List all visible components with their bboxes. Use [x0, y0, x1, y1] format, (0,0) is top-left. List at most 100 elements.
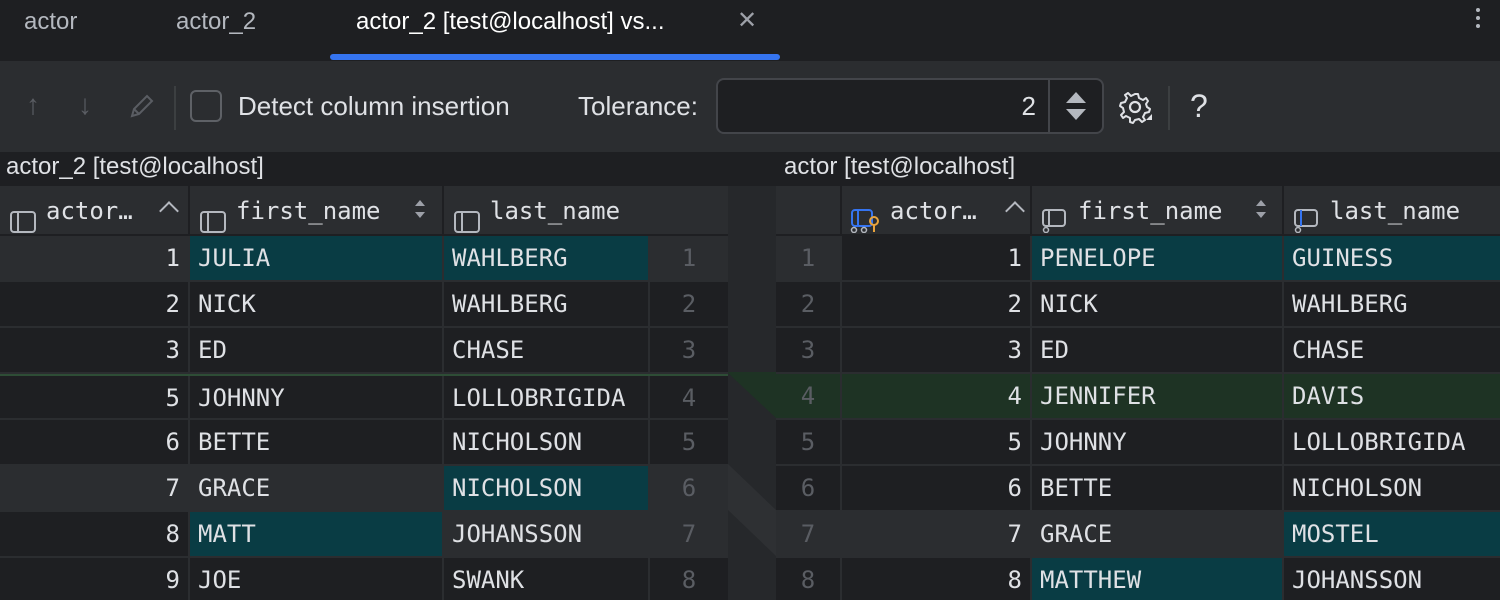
actor-id-cell[interactable]: 2: [842, 282, 1032, 326]
table-row[interactable]: 3 3 ED CHASE: [776, 328, 1500, 374]
last-name-cell[interactable]: NICHOLSON: [444, 420, 650, 464]
row-number-cell: 3: [776, 328, 842, 372]
actor-id-cell[interactable]: 7: [0, 466, 190, 510]
last-name-cell[interactable]: SWANK: [444, 558, 650, 600]
last-name-cell[interactable]: JOHANSSON: [1284, 558, 1500, 600]
first-name-cell[interactable]: GRACE: [190, 466, 444, 510]
first-name-cell[interactable]: MATT: [190, 512, 444, 556]
column-header-actor-id[interactable]: actor…: [0, 186, 190, 236]
decrement-icon[interactable]: [1066, 109, 1086, 120]
first-name-cell[interactable]: ED: [190, 328, 444, 372]
table-row[interactable]: 6 6 BETTE NICHOLSON: [776, 466, 1500, 512]
table-row[interactable]: 3 ED CHASE 3: [0, 328, 728, 374]
last-name-cell[interactable]: WAHLBERG: [444, 282, 650, 326]
actor-id-cell[interactable]: 7: [842, 512, 1032, 556]
table-row[interactable]: 1 JULIA WAHLBERG 1: [0, 236, 728, 282]
column-header-first-name[interactable]: first_name: [1032, 186, 1284, 236]
actor-id-cell[interactable]: 6: [0, 420, 190, 464]
table-row[interactable]: 6 BETTE NICHOLSON 5: [0, 420, 728, 466]
last-name-cell[interactable]: GUINESS: [1284, 236, 1500, 280]
first-name-cell[interactable]: ED: [1032, 328, 1284, 372]
first-name-cell[interactable]: JOHNNY: [1032, 420, 1284, 464]
last-name-cell[interactable]: WAHLBERG: [1284, 282, 1500, 326]
gear-icon[interactable]: [1118, 90, 1154, 126]
last-name-cell[interactable]: LOLLOBRIGIDA: [444, 376, 650, 420]
column-header-first-name[interactable]: first_name: [190, 186, 444, 236]
actor-id-cell[interactable]: 9: [0, 558, 190, 600]
right-table-title: actor [test@localhost]: [784, 153, 1016, 180]
sort-ascending-icon[interactable]: [1005, 201, 1025, 221]
last-name-cell[interactable]: NICHOLSON: [1284, 466, 1500, 510]
left-grid-header: actor… first_name last_name: [0, 186, 728, 236]
table-row[interactable]: 7 7 GRACE MOSTEL: [776, 512, 1500, 558]
last-name-cell[interactable]: NICHOLSON: [444, 466, 650, 510]
table-row[interactable]: 5 JOHNNY LOLLOBRIGIDA 4: [0, 374, 728, 420]
column-header-actor-id[interactable]: actor…: [842, 186, 1032, 236]
first-name-cell[interactable]: NICK: [1032, 282, 1284, 326]
first-name-cell[interactable]: JENNIFER: [1032, 374, 1284, 418]
row-number-cell: 7: [650, 512, 728, 556]
detect-column-insertion-checkbox[interactable]: [190, 90, 222, 122]
help-button[interactable]: ?: [1190, 88, 1208, 124]
tab-actor[interactable]: actor: [24, 0, 77, 62]
last-name-cell[interactable]: DAVIS: [1284, 374, 1500, 418]
column-icon: [1294, 200, 1320, 234]
tolerance-input[interactable]: 2: [716, 78, 1104, 134]
actor-id-cell[interactable]: 5: [0, 376, 190, 420]
actor-id-cell[interactable]: 3: [0, 328, 190, 372]
table-row[interactable]: 4 4 JENNIFER DAVIS: [776, 374, 1500, 420]
actor-id-cell[interactable]: 8: [842, 558, 1032, 600]
table-row[interactable]: 1 1 PENELOPE GUINESS: [776, 236, 1500, 282]
row-number-cell: 8: [776, 558, 842, 600]
tab-diff-active[interactable]: actor_2 [test@localhost] vs...: [356, 0, 665, 62]
actor-id-cell[interactable]: 6: [842, 466, 1032, 510]
row-number-cell: 7: [776, 512, 842, 556]
first-name-cell[interactable]: JOHNNY: [190, 376, 444, 420]
table-row[interactable]: 7 GRACE NICHOLSON 6: [0, 466, 728, 512]
actor-id-cell[interactable]: 1: [842, 236, 1032, 280]
last-name-cell[interactable]: CHASE: [444, 328, 650, 372]
actor-id-cell[interactable]: 1: [0, 236, 190, 280]
actor-id-cell[interactable]: 3: [842, 328, 1032, 372]
tolerance-value: 2: [1021, 91, 1036, 121]
toolbar-separator: [174, 86, 176, 130]
edit-icon[interactable]: [128, 92, 156, 126]
table-row[interactable]: 9 JOE SWANK 8: [0, 558, 728, 600]
previous-difference-button[interactable]: ↑: [26, 90, 40, 120]
row-number-cell: 1: [650, 236, 728, 280]
tolerance-stepper[interactable]: [1048, 80, 1102, 132]
next-difference-button[interactable]: ↓: [78, 90, 92, 120]
increment-icon[interactable]: [1066, 92, 1086, 103]
tab-bar: actor actor_2 actor_2 [test@localhost] v…: [0, 0, 1500, 62]
tab-actor-2[interactable]: actor_2: [176, 0, 256, 62]
first-name-cell[interactable]: JULIA: [190, 236, 444, 280]
more-vertical-icon[interactable]: [1470, 4, 1486, 38]
close-icon[interactable]: ✕: [737, 4, 757, 38]
first-name-cell[interactable]: BETTE: [1032, 466, 1284, 510]
actor-id-cell[interactable]: 4: [842, 374, 1032, 418]
table-row[interactable]: 5 5 JOHNNY LOLLOBRIGIDA: [776, 420, 1500, 466]
last-name-cell[interactable]: CHASE: [1284, 328, 1500, 372]
last-name-cell[interactable]: MOSTEL: [1284, 512, 1500, 556]
last-name-cell[interactable]: WAHLBERG: [444, 236, 650, 280]
first-name-cell[interactable]: PENELOPE: [1032, 236, 1284, 280]
table-row[interactable]: 8 MATT JOHANSSON 7: [0, 512, 728, 558]
actor-id-cell[interactable]: 8: [0, 512, 190, 556]
table-row[interactable]: 2 2 NICK WAHLBERG: [776, 282, 1500, 328]
last-name-cell[interactable]: JOHANSSON: [444, 512, 650, 556]
toolbar-separator: [1168, 86, 1170, 130]
first-name-cell[interactable]: NICK: [190, 282, 444, 326]
last-name-cell[interactable]: LOLLOBRIGIDA: [1284, 420, 1500, 464]
first-name-cell[interactable]: JOE: [190, 558, 444, 600]
actor-id-cell[interactable]: 2: [0, 282, 190, 326]
column-header-last-name[interactable]: last_name: [444, 186, 650, 236]
table-row[interactable]: 8 8 MATTHEW JOHANSSON: [776, 558, 1500, 600]
first-name-cell[interactable]: BETTE: [190, 420, 444, 464]
actor-id-cell[interactable]: 5: [842, 420, 1032, 464]
first-name-cell[interactable]: MATTHEW: [1032, 558, 1284, 600]
row-number-cell: 6: [776, 466, 842, 510]
sort-ascending-icon[interactable]: [159, 201, 179, 221]
first-name-cell[interactable]: GRACE: [1032, 512, 1284, 556]
table-row[interactable]: 2 NICK WAHLBERG 2: [0, 282, 728, 328]
column-header-last-name[interactable]: last_name: [1284, 186, 1500, 236]
